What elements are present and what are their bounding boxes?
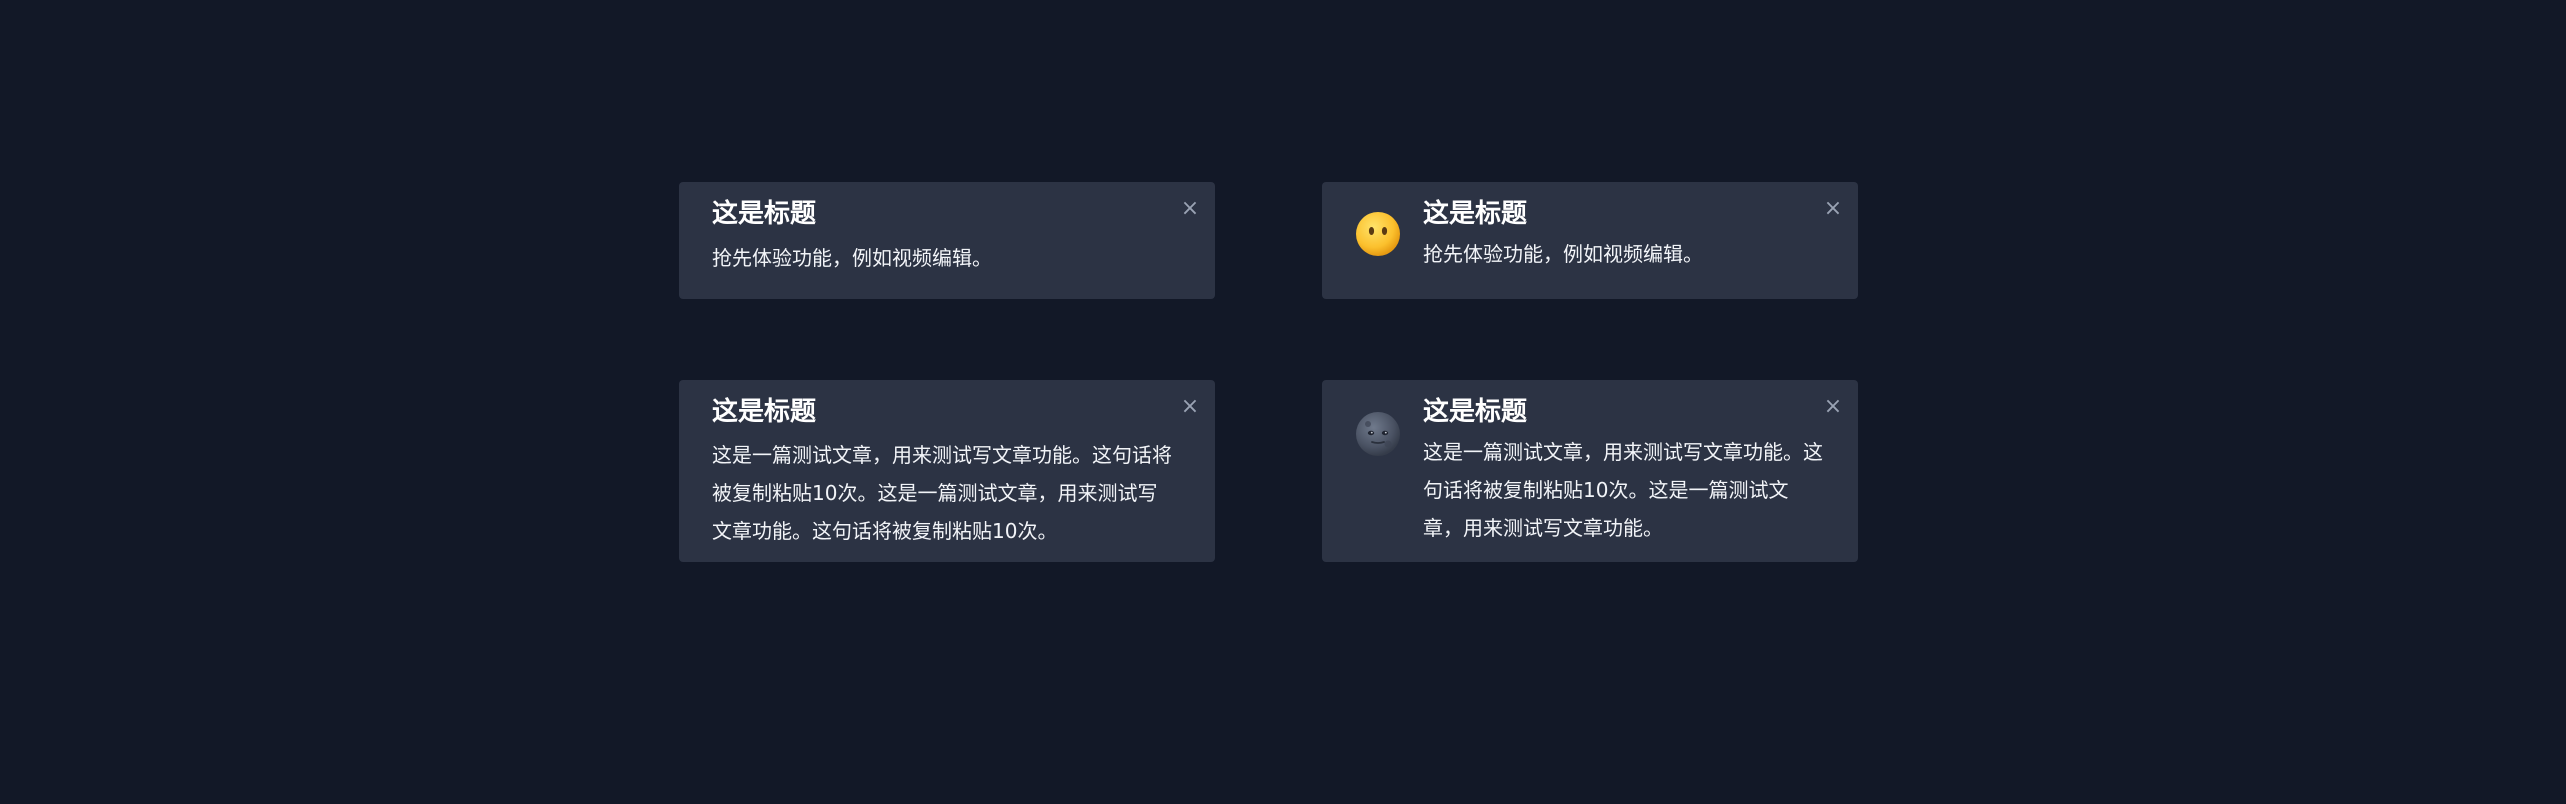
close-icon[interactable]: × [1822, 198, 1844, 220]
notification-body: 这是一篇测试文章，用来测试写文章功能。这句话将被复制粘贴10次。这是一篇测试文章… [712, 443, 1172, 543]
close-icon[interactable]: × [1822, 396, 1844, 418]
notification-title: 这是标题 [1423, 199, 1528, 229]
notification-toast: 这是标题 这是一篇测试文章，用来测试写文章功能。这句话将被复制粘贴10次。这是一… [1322, 380, 1858, 562]
notification-title: 这是标题 [712, 397, 817, 427]
notification-title: 这是标题 [1423, 397, 1528, 427]
notification-toast: 这是标题 这是一篇测试文章，用来测试写文章功能。这句话将被复制粘贴10次。这是一… [679, 380, 1215, 562]
notification-title: 这是标题 [712, 199, 817, 229]
notification-toast: 这是标题 抢先体验功能，例如视频编辑。 × [1322, 182, 1858, 299]
new-moon-face-emoji-icon [1356, 412, 1400, 456]
notification-body: 这是一篇测试文章，用来测试写文章功能。这句话将被复制粘贴10次。这是一篇测试文章… [1423, 440, 1823, 540]
neutral-face-no-mouth-emoji-icon [1356, 212, 1400, 256]
notification-demo-canvas: 这是标题 抢先体验功能，例如视频编辑。 × 这是标题 抢先体验功能，例如视频编辑… [0, 0, 2566, 804]
close-icon[interactable]: × [1179, 198, 1201, 220]
close-icon[interactable]: × [1179, 396, 1201, 418]
notification-body: 抢先体验功能，例如视频编辑。 [712, 246, 992, 270]
notification-toast: 这是标题 抢先体验功能，例如视频编辑。 × [679, 182, 1215, 299]
notification-body: 抢先体验功能，例如视频编辑。 [1423, 242, 1703, 266]
